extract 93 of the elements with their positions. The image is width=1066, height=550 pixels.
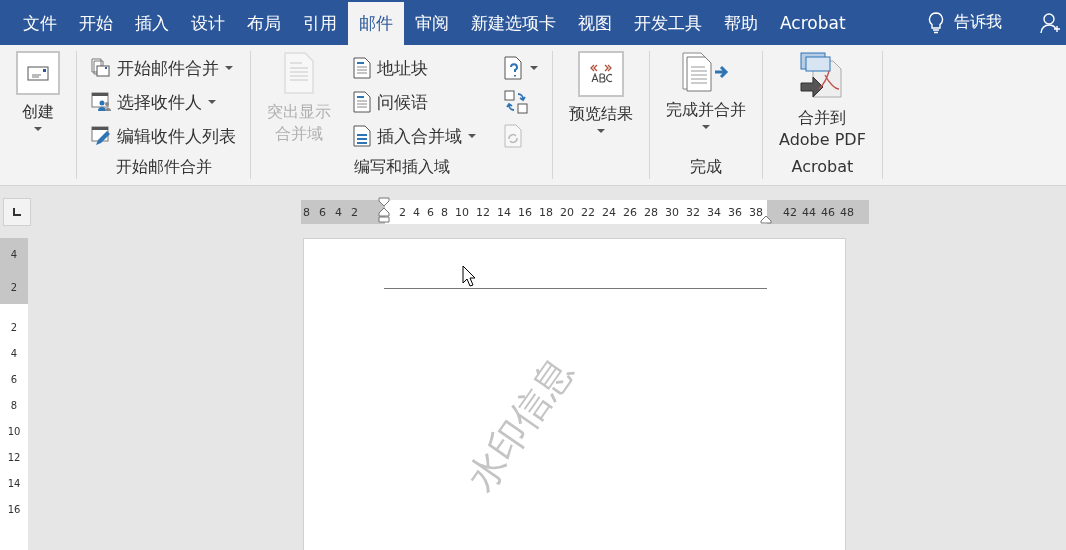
ribbon-large-button[interactable]: 预览结果 (563, 51, 639, 155)
caret-icon (530, 65, 538, 71)
document-icon (353, 57, 371, 79)
ruler-number: 12 (476, 205, 490, 219)
ruler-number: 12 (7, 452, 21, 464)
tab-stop-icon (12, 207, 22, 217)
ribbon-button[interactable]: 问候语 (349, 87, 480, 117)
ribbon-tab[interactable]: 开发工具 (623, 2, 713, 45)
ruler-number: 10 (455, 205, 469, 219)
mouse-pointer-icon (462, 265, 476, 287)
ruler-number: 36 (728, 205, 742, 219)
document-watermark: 水印信息 (457, 348, 583, 502)
ruler-number: 2 (399, 205, 406, 219)
ruler-number: 34 (707, 205, 721, 219)
caret-icon (34, 127, 42, 132)
ruler-number: 8 (303, 205, 310, 219)
ruler-number: 16 (7, 504, 21, 516)
ribbon-button[interactable]: 开始邮件合并 (87, 53, 240, 83)
ribbon-tab[interactable]: 审阅 (404, 2, 460, 45)
ruler-number: 16 (518, 205, 532, 219)
document-icon (353, 91, 371, 113)
ruler-number: 4 (10, 248, 18, 261)
ruler-number: 8 (441, 205, 448, 219)
ribbon-group-label: 完成 (689, 156, 723, 178)
ribbon-tab[interactable]: 插入 (124, 2, 180, 45)
ruler-number: 32 (686, 205, 700, 219)
ruler-number: 20 (560, 205, 574, 219)
ruler-number: 8 (10, 400, 18, 412)
ruler-number: 6 (319, 205, 326, 219)
ruler-number: 2 (351, 205, 358, 219)
ruler-number: 30 (665, 205, 679, 219)
ribbon-button[interactable]: 选择收件人 (87, 87, 240, 117)
ruler-number: 14 (497, 205, 511, 219)
ribbon-group-label: 编写和插入域 (352, 156, 451, 178)
ribbon-group-label: Acrobat (790, 156, 855, 178)
ruler-number: 38 (749, 205, 763, 219)
preview-abc-icon (578, 51, 624, 97)
tell-me-search[interactable]: 告诉我 (954, 12, 1002, 33)
ruler-number: 6 (10, 374, 18, 386)
caret-icon (225, 65, 233, 71)
ribbon-button[interactable]: 地址块 (349, 53, 480, 83)
ruler-number: 48 (840, 205, 854, 219)
caret-icon (468, 133, 476, 139)
ruler-number: 6 (427, 205, 434, 219)
finish-merge-icon (681, 51, 731, 93)
ribbon-tab[interactable]: 邮件 (348, 2, 404, 45)
swap-icon (504, 90, 528, 114)
ribbon-tab[interactable]: 设计 (180, 2, 236, 45)
people-calendar-icon (91, 92, 111, 112)
caret-icon (597, 129, 605, 134)
document-icon (283, 51, 315, 95)
ribbon-button[interactable]: 插入合并域 (349, 121, 480, 151)
indent-marker-icon[interactable] (760, 215, 772, 224)
ruler-number: 4 (413, 205, 420, 219)
rules-question-icon (504, 56, 524, 80)
ruler-number: 24 (602, 205, 616, 219)
ruler-number: 14 (7, 478, 21, 490)
ruler-number: 26 (623, 205, 637, 219)
ruler-number: 44 (802, 205, 816, 219)
ruler-number: 2 (10, 322, 18, 334)
caret-icon (208, 99, 216, 105)
lightbulb-icon[interactable] (928, 11, 944, 34)
ruler-number: 10 (7, 426, 21, 438)
share-user-icon[interactable] (1040, 11, 1062, 34)
indent-marker-icon[interactable] (378, 197, 390, 223)
caret-icon (702, 125, 710, 130)
ruler-number: 42 (783, 205, 797, 219)
table-document-icon (353, 125, 371, 147)
ribbon-button[interactable]: 编辑收件人列表 (87, 121, 240, 151)
ribbon-tab[interactable]: 开始 (68, 2, 124, 45)
ruler-number: 4 (335, 205, 342, 219)
edit-list-icon (91, 126, 111, 146)
ribbon-tab[interactable]: 帮助 (713, 2, 769, 45)
ribbon-group-label: 开始邮件合并 (114, 156, 213, 178)
ribbon-tab[interactable]: 引用 (292, 2, 348, 45)
ribbon-tab[interactable]: 新建选项卡 (460, 2, 567, 45)
ribbon-large-button[interactable]: 创建 (10, 51, 66, 155)
documents-icon (91, 58, 111, 78)
ruler-number: 4 (10, 348, 18, 360)
envelope-icon (16, 51, 60, 95)
ruler-number: 22 (581, 205, 595, 219)
tab-stop-selector[interactable] (3, 198, 31, 226)
ribbon-large-button[interactable]: 完成并合并 (660, 51, 752, 155)
ribbon-tab[interactable]: Acrobat (769, 2, 857, 45)
ribbon-large-button[interactable]: 合并到 Adobe PDF (773, 51, 872, 155)
refresh-document-icon (504, 124, 524, 148)
ruler-number: 28 (644, 205, 658, 219)
ribbon-tab[interactable]: 布局 (236, 2, 292, 45)
ruler-number: 18 (539, 205, 553, 219)
ruler-number: 46 (821, 205, 835, 219)
ribbon-tab[interactable]: 视图 (567, 2, 623, 45)
ribbon-tab[interactable]: 文件 (12, 2, 68, 45)
ruler-number: 2 (10, 281, 18, 294)
